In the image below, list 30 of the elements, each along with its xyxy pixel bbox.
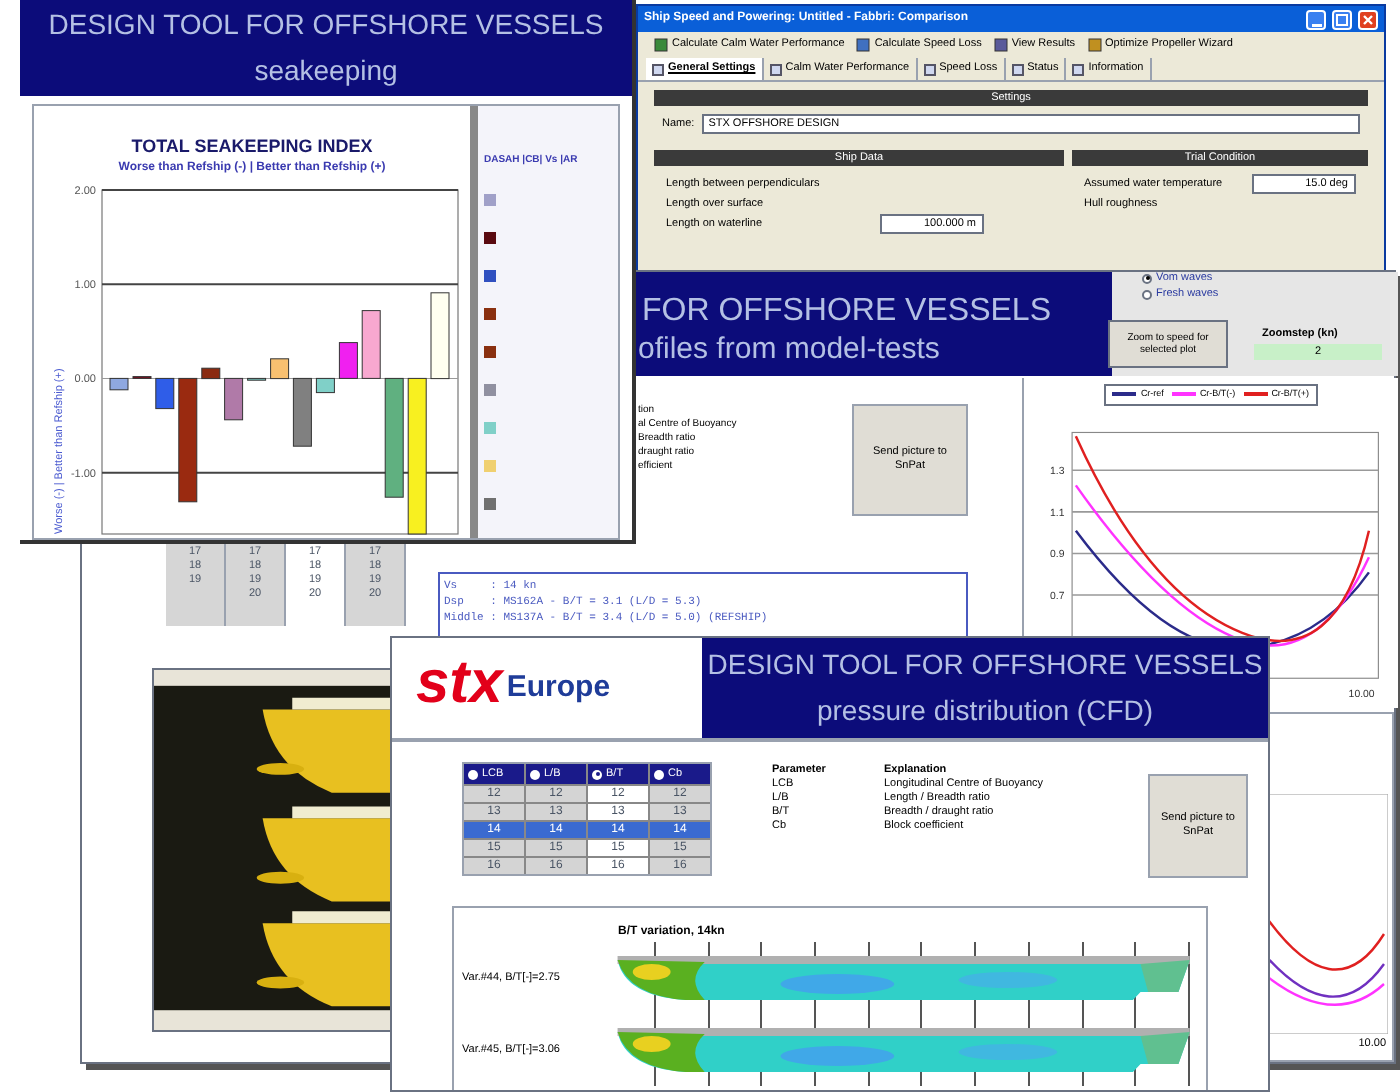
maximize-button[interactable] xyxy=(1332,9,1352,29)
logo-mark: stx xyxy=(416,658,503,710)
toolbar-tool-icon xyxy=(993,38,1008,52)
header-subtitle: seakeeping xyxy=(254,51,398,90)
tab-page-icon xyxy=(1011,63,1024,75)
tab-page-icon xyxy=(923,63,936,75)
close-icon xyxy=(1362,13,1374,25)
close-button[interactable] xyxy=(1358,9,1378,29)
tab-page-icon xyxy=(1072,63,1085,75)
minimize-button[interactable] xyxy=(1306,9,1326,29)
radio-button[interactable] xyxy=(654,769,664,779)
maximize-icon xyxy=(1336,13,1348,25)
chart-title: TOTAL SEAKEEPING INDEX xyxy=(131,133,373,159)
tab-page-icon xyxy=(769,63,782,75)
radio-button[interactable] xyxy=(1142,289,1152,300)
toolbar-tool-icon xyxy=(654,38,668,52)
toolbar-tool-icon xyxy=(1087,38,1102,52)
header-subtitle: ofiles from model-tests xyxy=(638,330,940,370)
header-title: FOR OFFSHORE VESSELS xyxy=(642,292,1051,332)
radio-button[interactable] xyxy=(530,769,540,779)
tab-page-icon xyxy=(652,63,664,75)
radio-button[interactable] xyxy=(1142,273,1152,284)
toolbar-tool-icon xyxy=(856,38,871,52)
minimize-icon xyxy=(1311,21,1321,27)
radio-button[interactable] xyxy=(468,769,478,779)
logo-word: Europe xyxy=(506,667,611,707)
radio-button[interactable] xyxy=(592,769,602,779)
header-title: DESIGN TOOL FOR OFFSHORE VESSELS xyxy=(48,5,604,44)
header-subtitle: pressure distribution (CFD) xyxy=(816,692,1154,730)
header-title: DESIGN TOOL FOR OFFSHORE VESSELS xyxy=(707,646,1263,684)
